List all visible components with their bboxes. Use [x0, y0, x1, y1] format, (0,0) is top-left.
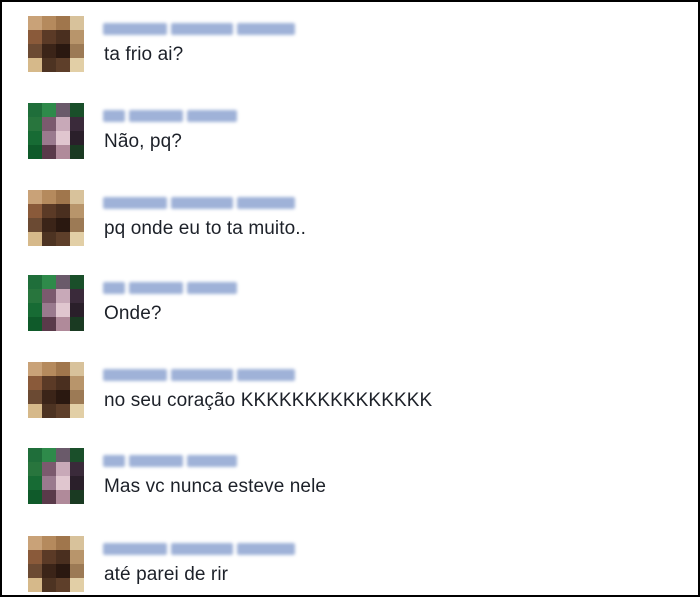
- sender-name-blurred[interactable]: [103, 538, 295, 560]
- message-text: Não, pq?: [104, 131, 182, 152]
- sender-name-blurred[interactable]: [103, 277, 237, 299]
- message-text: Mas vc nunca esteve nele: [104, 476, 327, 497]
- sender-name-blurred[interactable]: [103, 105, 237, 127]
- sender-name-blurred[interactable]: [103, 18, 295, 40]
- message-text: no seu coração KKKKKKKKKKKKKKK: [104, 390, 433, 411]
- message-item: pq onde eu to ta muito..: [28, 190, 668, 252]
- sender-name-blurred[interactable]: [103, 192, 295, 214]
- message-text: pq onde eu to ta muito..: [104, 218, 307, 239]
- sender-name-blurred[interactable]: [103, 364, 295, 386]
- message-text: até parei de rir: [104, 564, 229, 585]
- message-item: até parei de rir: [28, 536, 668, 598]
- avatar-icon[interactable]: [28, 275, 84, 331]
- avatar-icon[interactable]: [28, 103, 84, 159]
- message-item: Mas vc nunca esteve nele: [28, 448, 668, 510]
- sender-name-blurred[interactable]: [103, 450, 237, 472]
- message-text: Onde?: [104, 303, 162, 324]
- message-text: ta frio ai?: [104, 44, 184, 65]
- avatar-icon[interactable]: [28, 362, 84, 418]
- message-item: Onde?: [28, 275, 668, 337]
- avatar-icon[interactable]: [28, 190, 84, 246]
- message-item: ta frio ai?: [28, 16, 668, 78]
- avatar-icon[interactable]: [28, 16, 84, 72]
- chat-window: ta frio ai? Não, pq? pq onde eu to ta muit…: [0, 0, 700, 597]
- avatar-icon[interactable]: [28, 536, 84, 592]
- message-item: no seu coração KKKKKKKKKKKKKKK: [28, 362, 668, 424]
- message-item: Não, pq?: [28, 103, 668, 165]
- avatar-icon[interactable]: [28, 448, 84, 504]
